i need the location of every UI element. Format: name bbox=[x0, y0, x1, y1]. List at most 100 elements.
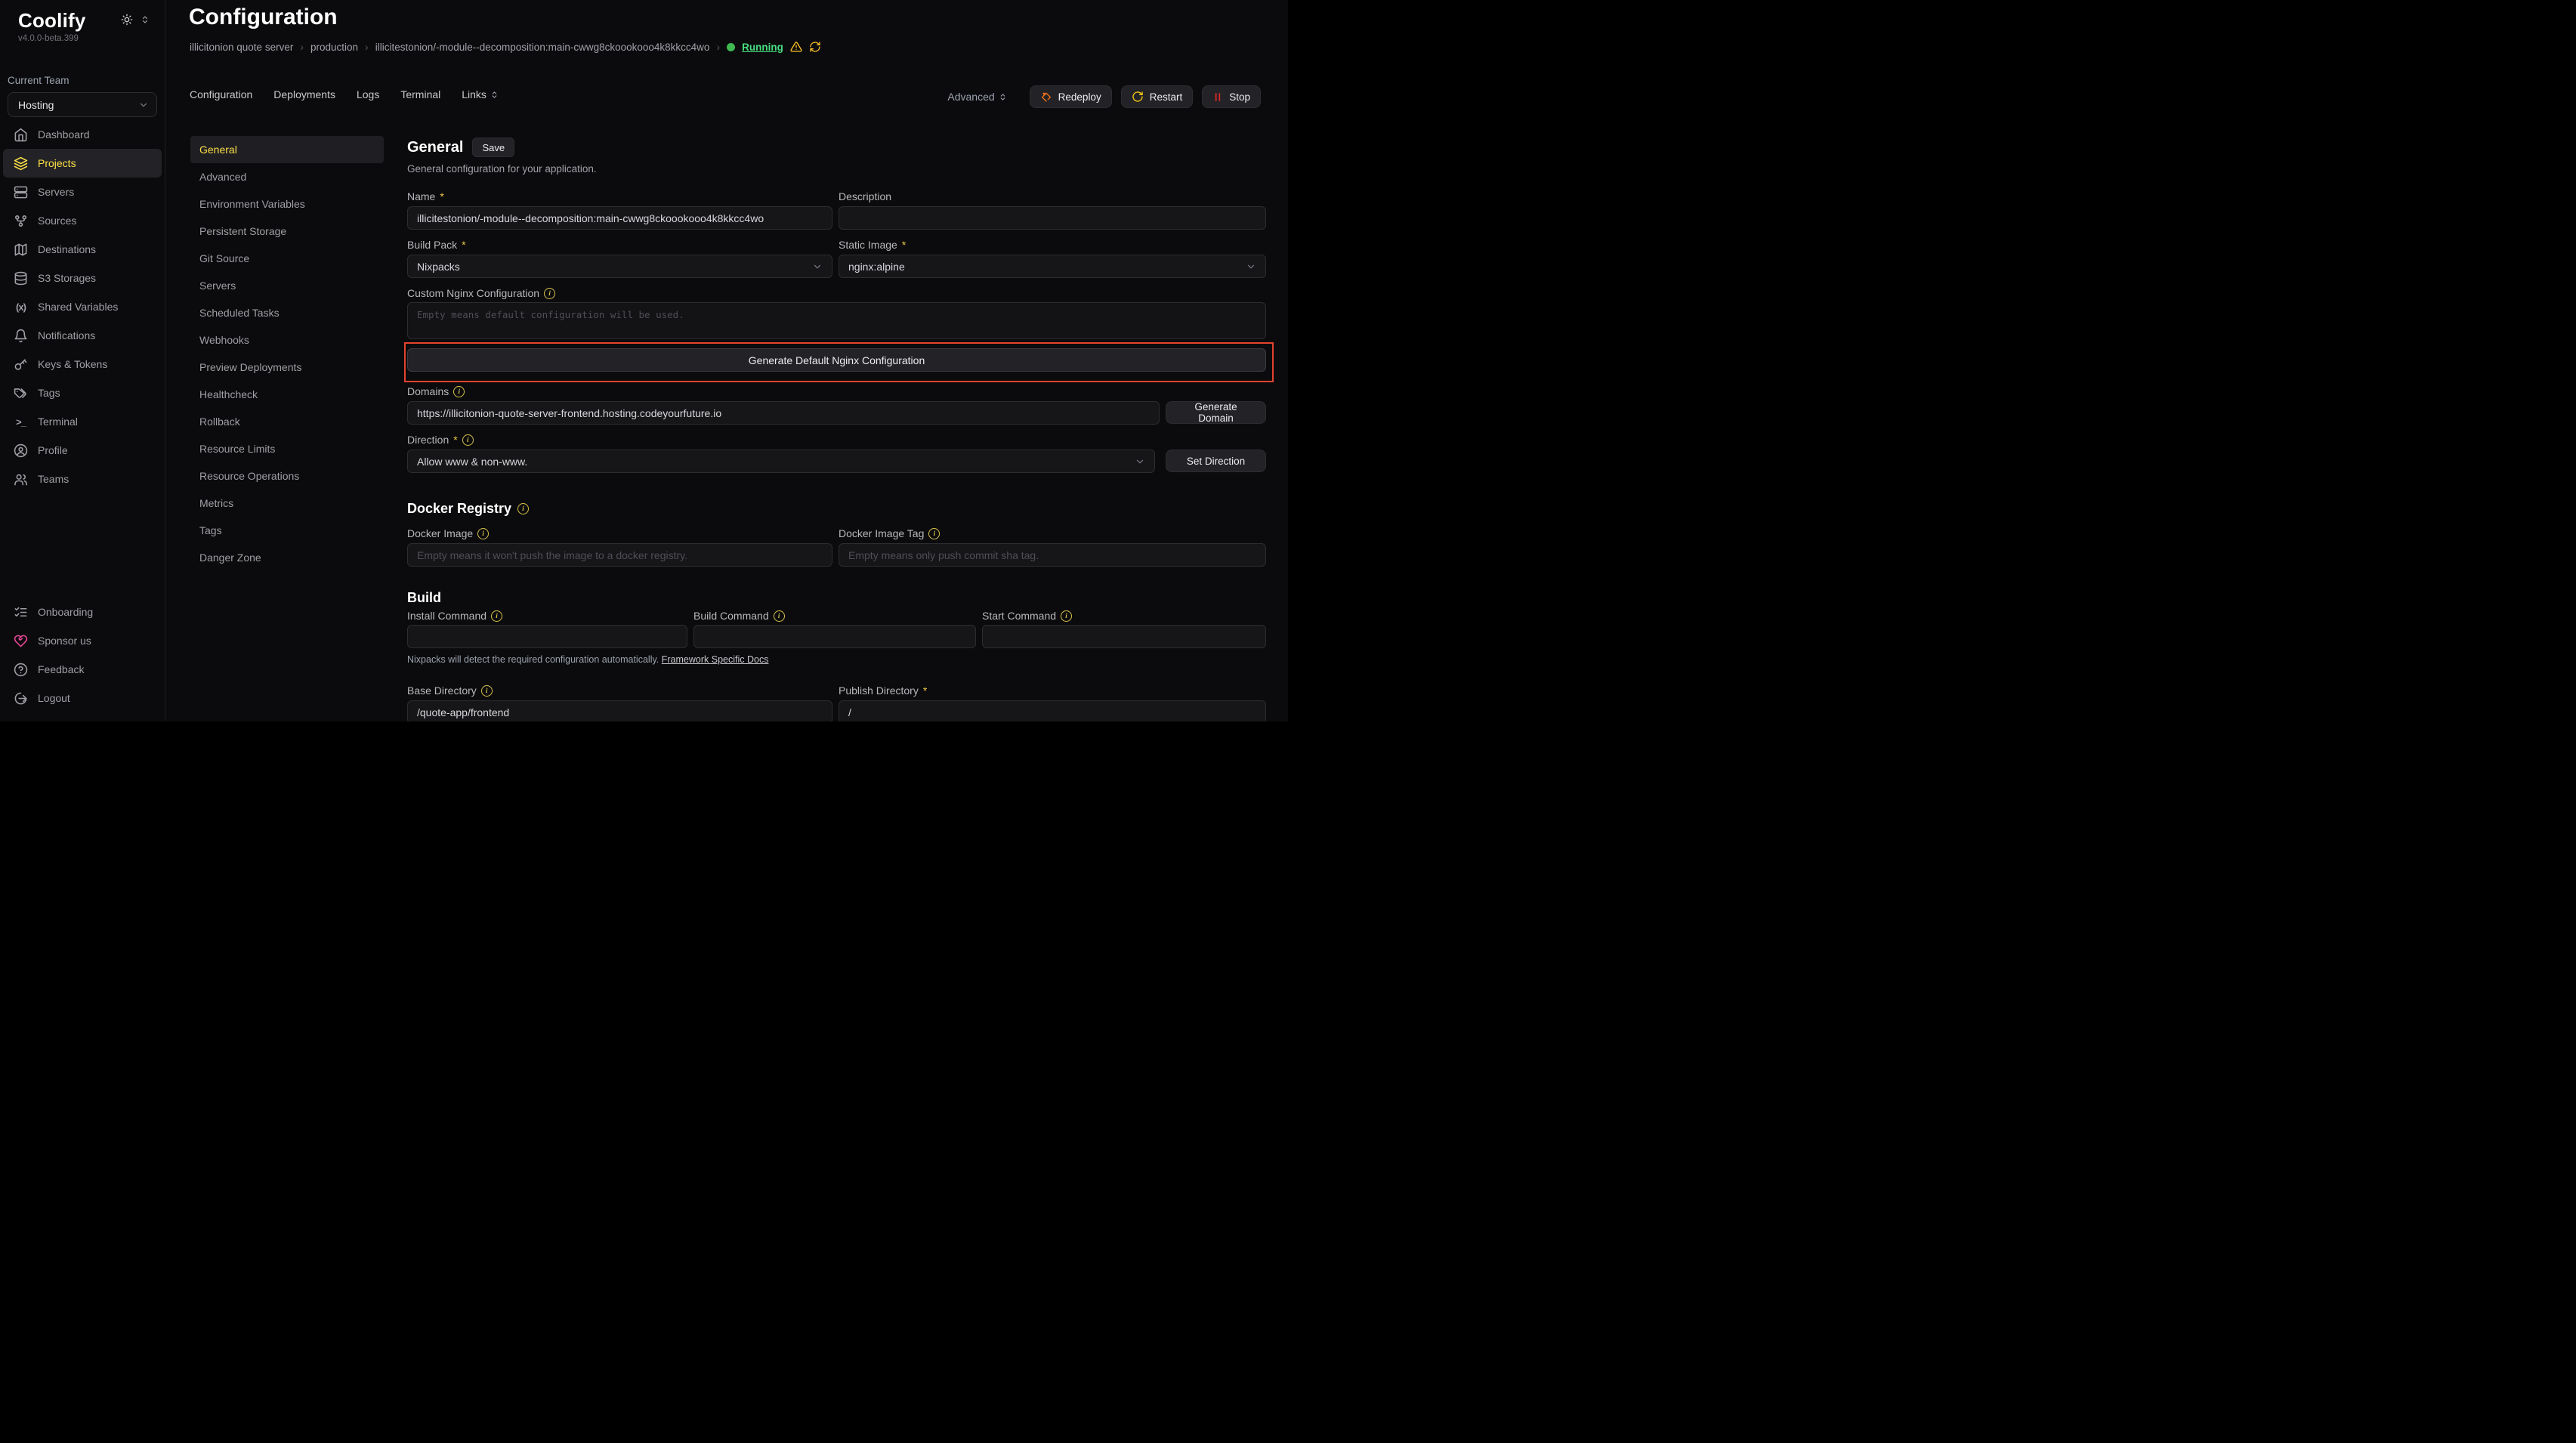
info-icon[interactable] bbox=[491, 610, 502, 622]
subnav-resource-operations[interactable]: Resource Operations bbox=[190, 462, 384, 490]
users-icon bbox=[14, 472, 28, 487]
coolify-app: Coolify v4.0.0-beta.399 Current Team Hos… bbox=[0, 0, 1288, 722]
sidebar-item-shared-variables[interactable]: (x) Shared Variables bbox=[0, 292, 165, 321]
sidebar-item-sponsor[interactable]: Sponsor us bbox=[0, 626, 165, 655]
theme-sun-icon[interactable] bbox=[121, 14, 133, 26]
required-asterisk: * bbox=[440, 190, 443, 202]
chevron-down-icon bbox=[1135, 456, 1145, 467]
base-directory-input[interactable] bbox=[407, 700, 832, 722]
subnav-tags[interactable]: Tags bbox=[190, 517, 384, 544]
sidebar-item-sources[interactable]: Sources bbox=[0, 206, 165, 235]
tab-configuration[interactable]: Configuration bbox=[190, 88, 252, 100]
direction-label: Direction* bbox=[407, 434, 474, 446]
info-icon[interactable] bbox=[453, 386, 465, 397]
subnav-resource-limits[interactable]: Resource Limits bbox=[190, 435, 384, 462]
save-button[interactable]: Save bbox=[472, 138, 514, 157]
info-icon[interactable] bbox=[774, 610, 785, 622]
subnav-general[interactable]: General bbox=[190, 136, 384, 163]
description-label: Description bbox=[839, 190, 891, 202]
subnav-metrics[interactable]: Metrics bbox=[190, 490, 384, 517]
page-title: Configuration bbox=[189, 5, 338, 30]
sidebar-item-tags[interactable]: Tags bbox=[0, 379, 165, 407]
sidebar-item-logout[interactable]: Logout bbox=[0, 684, 165, 712]
sidebar-item-terminal[interactable]: >_ Terminal bbox=[0, 407, 165, 436]
subnav-preview-deployments[interactable]: Preview Deployments bbox=[190, 354, 384, 381]
generate-domain-button[interactable]: Generate Domain bbox=[1166, 401, 1266, 424]
framework-docs-link[interactable]: Framework Specific Docs bbox=[662, 654, 769, 665]
info-icon[interactable] bbox=[544, 288, 555, 299]
team-select[interactable]: Hosting bbox=[8, 92, 157, 117]
sidebar-item-notifications[interactable]: Notifications bbox=[0, 321, 165, 350]
sidebar: Coolify v4.0.0-beta.399 Current Team Hos… bbox=[0, 0, 165, 722]
sidebar-item-feedback[interactable]: Feedback bbox=[0, 655, 165, 684]
subnav-persistent-storage[interactable]: Persistent Storage bbox=[190, 218, 384, 245]
subnav-environment-variables[interactable]: Environment Variables bbox=[190, 190, 384, 218]
sidebar-item-profile[interactable]: Profile bbox=[0, 436, 165, 465]
breadcrumb-environment[interactable]: production bbox=[310, 42, 358, 53]
name-label: Name* bbox=[407, 190, 444, 202]
info-icon[interactable] bbox=[462, 434, 474, 446]
sidebar-item-servers[interactable]: Servers bbox=[0, 178, 165, 206]
sidebar-item-s3-storages[interactable]: S3 Storages bbox=[0, 264, 165, 292]
bell-icon bbox=[14, 329, 28, 343]
sidebar-item-onboarding[interactable]: Onboarding bbox=[0, 598, 165, 626]
custom-nginx-textarea[interactable] bbox=[407, 302, 1266, 339]
sidebar-item-label: Feedback bbox=[38, 663, 84, 675]
sidebar-item-dashboard[interactable]: Dashboard bbox=[0, 120, 165, 149]
subnav-rollback[interactable]: Rollback bbox=[190, 408, 384, 435]
info-icon[interactable] bbox=[1061, 610, 1072, 622]
sidebar-item-destinations[interactable]: Destinations bbox=[0, 235, 165, 264]
subnav-healthcheck[interactable]: Healthcheck bbox=[190, 381, 384, 408]
build-command-input[interactable] bbox=[693, 625, 976, 648]
git-fork-icon bbox=[14, 214, 28, 228]
generate-nginx-config-button[interactable]: Generate Default Nginx Configuration bbox=[407, 348, 1266, 372]
subnav-advanced[interactable]: Advanced bbox=[190, 163, 384, 190]
sidebar-item-projects[interactable]: Projects bbox=[3, 149, 162, 178]
tab-deployments[interactable]: Deployments bbox=[273, 88, 335, 100]
app-version: v4.0.0-beta.399 bbox=[18, 34, 165, 43]
sidebar-item-label: Projects bbox=[38, 157, 76, 169]
sidebar-item-label: Logout bbox=[38, 692, 70, 704]
sidebar-item-label: Terminal bbox=[38, 416, 78, 428]
install-command-input[interactable] bbox=[407, 625, 687, 648]
breadcrumb-project[interactable]: illicitonion quote server bbox=[190, 42, 293, 53]
direction-select[interactable]: Allow www & non-www. bbox=[407, 450, 1155, 473]
sidebar-item-keys-tokens[interactable]: Keys & Tokens bbox=[0, 350, 165, 379]
team-select-value: Hosting bbox=[18, 99, 54, 111]
current-team-label: Current Team bbox=[8, 75, 165, 86]
sidebar-item-label: Profile bbox=[38, 444, 68, 456]
docker-image-tag-input[interactable] bbox=[839, 543, 1266, 567]
description-input[interactable] bbox=[839, 206, 1266, 230]
sidebar-item-label: Onboarding bbox=[38, 606, 93, 618]
docker-image-input[interactable] bbox=[407, 543, 832, 567]
info-icon[interactable] bbox=[928, 528, 940, 539]
main-area: Configuration illicitonion quote server … bbox=[165, 0, 1288, 722]
domains-label: Domains bbox=[407, 385, 465, 397]
subnav-git-source[interactable]: Git Source bbox=[190, 245, 384, 272]
subnav-servers[interactable]: Servers bbox=[190, 272, 384, 299]
publish-directory-input[interactable] bbox=[839, 700, 1266, 722]
set-direction-button[interactable]: Set Direction bbox=[1166, 450, 1266, 472]
subnav-scheduled-tasks[interactable]: Scheduled Tasks bbox=[190, 299, 384, 326]
info-icon[interactable] bbox=[481, 685, 493, 697]
subnav-webhooks[interactable]: Webhooks bbox=[190, 326, 384, 354]
sidebar-item-label: Shared Variables bbox=[38, 301, 118, 313]
static-image-value: nginx:alpine bbox=[848, 261, 905, 273]
start-command-input[interactable] bbox=[982, 625, 1266, 648]
theme-chevrons-icon[interactable] bbox=[141, 14, 150, 25]
build-title: Build bbox=[407, 590, 441, 606]
publish-directory-label: Publish Directory* bbox=[839, 684, 927, 697]
chevron-down-icon bbox=[812, 261, 823, 272]
static-image-select[interactable]: nginx:alpine bbox=[839, 255, 1266, 278]
name-input[interactable] bbox=[407, 206, 832, 230]
terminal-icon: >_ bbox=[14, 415, 28, 429]
heart-icon bbox=[14, 634, 28, 648]
sidebar-item-teams[interactable]: Teams bbox=[0, 465, 165, 493]
chevron-down-icon bbox=[138, 100, 149, 110]
domains-input[interactable] bbox=[407, 401, 1160, 425]
subnav-danger-zone[interactable]: Danger Zone bbox=[190, 544, 384, 571]
build-pack-select[interactable]: Nixpacks bbox=[407, 255, 832, 278]
info-icon[interactable] bbox=[517, 503, 529, 514]
tab-logs[interactable]: Logs bbox=[357, 88, 379, 100]
info-icon[interactable] bbox=[477, 528, 489, 539]
